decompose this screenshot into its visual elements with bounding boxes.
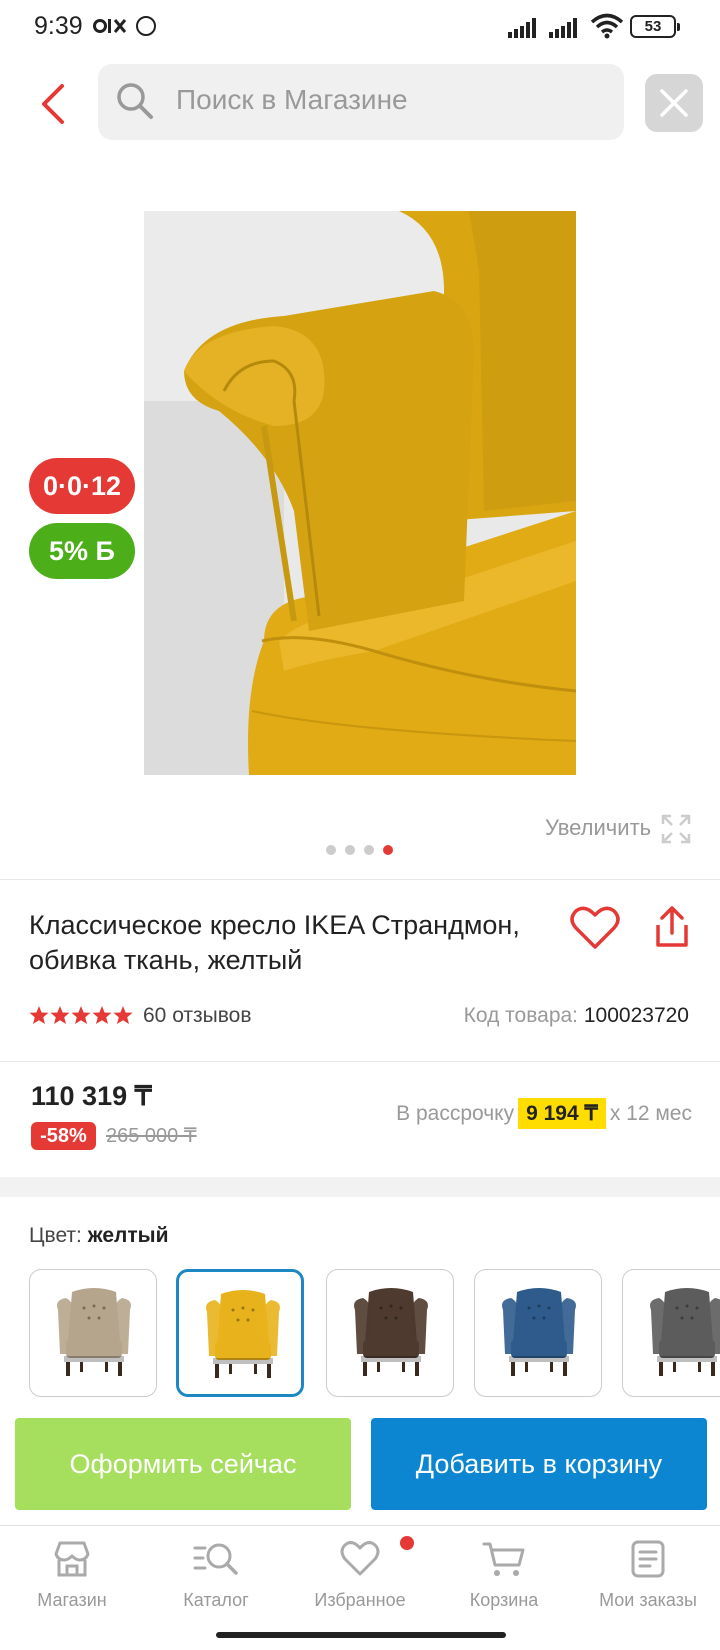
armchair-thumbnail [354, 1288, 428, 1376]
bonus-badge: 5% Б [29, 523, 135, 579]
status-time: 9:39 [34, 12, 83, 40]
tab-label: Магазин [37, 1590, 107, 1610]
installment-info[interactable]: В рассрочку 9 194 ₸ x 12 мес [396, 1098, 692, 1129]
price: 110 319 ₸ [31, 1081, 152, 1111]
tab-catalog[interactable]: Каталог [144, 1540, 288, 1611]
section-separator [0, 1177, 720, 1197]
share-icon[interactable] [652, 905, 692, 949]
discount-badge: -58% [31, 1122, 96, 1150]
sku-value: 100023720 [583, 1004, 689, 1027]
signal-icon [549, 18, 577, 38]
add-to-cart-button[interactable]: Добавить в корзину [371, 1418, 707, 1510]
search-placeholder: Поиск в Магазине [176, 84, 408, 115]
tab-label: Корзина [469, 1590, 539, 1610]
armchair-thumbnail [57, 1288, 131, 1376]
wifi-icon [590, 13, 624, 39]
back-button[interactable] [34, 80, 74, 128]
pagination-dot[interactable] [364, 845, 374, 855]
color-label: Цвет: желтый [29, 1224, 169, 1248]
orders-icon [631, 1540, 665, 1578]
armchair-photo [144, 211, 576, 775]
armchair-thumbnail [206, 1290, 280, 1378]
color-swatch-brown[interactable] [326, 1269, 454, 1397]
sync-icon [136, 16, 156, 36]
catalog-icon [193, 1543, 238, 1575]
olx-app-icon [93, 15, 131, 43]
signal-icon [508, 18, 536, 38]
status-bar: 9:39 53 [0, 0, 720, 54]
gallery-pagination [326, 842, 402, 860]
installment-badge: 0·0·12 [29, 458, 135, 514]
heart-icon [340, 1541, 380, 1576]
order-now-button[interactable]: Оформить сейчас [15, 1418, 351, 1510]
installment-amount: 9 194 ₸ [518, 1098, 606, 1129]
close-button[interactable] [645, 74, 703, 132]
cart-icon [482, 1542, 525, 1576]
store-icon [54, 1541, 90, 1577]
expand-icon[interactable] [660, 813, 692, 845]
pagination-dot[interactable] [345, 845, 355, 855]
product-image[interactable] [144, 211, 576, 775]
installment-prefix: В рассрочку [396, 1102, 515, 1125]
search-icon [117, 83, 153, 119]
color-swatch-blue[interactable] [474, 1269, 602, 1397]
color-swatch-gray[interactable] [622, 1269, 720, 1397]
battery-icon: 53 [630, 15, 680, 38]
sku-label: Код товара: [463, 1004, 579, 1027]
notification-dot [400, 1536, 414, 1550]
pagination-dot[interactable] [326, 845, 336, 855]
search-input[interactable]: Поиск в Магазине [98, 64, 624, 140]
chevron-left-icon [42, 84, 64, 124]
tab-label: Мои заказы [599, 1590, 697, 1610]
reviews-link[interactable]: 60 отзывов [143, 1004, 252, 1028]
tab-store[interactable]: Магазин [0, 1540, 144, 1611]
tab-orders[interactable]: Мои заказы [576, 1540, 720, 1611]
sku: Код товара: 100023720 [464, 1004, 689, 1028]
tab-label: Каталог [183, 1590, 249, 1610]
armchair-thumbnail [502, 1288, 576, 1376]
color-label-text: Цвет: [29, 1224, 82, 1247]
tab-favorites[interactable]: Избранное [288, 1540, 432, 1611]
armchair-thumbnail [650, 1288, 720, 1376]
divider [0, 879, 720, 880]
home-indicator [216, 1632, 506, 1638]
color-swatch-beige[interactable] [29, 1269, 157, 1397]
tab-cart[interactable]: Корзина [432, 1540, 576, 1611]
color-swatch-yellow[interactable] [176, 1269, 304, 1397]
divider [0, 1061, 720, 1062]
zoom-link[interactable]: Увеличить [545, 815, 651, 841]
tab-label: Избранное [314, 1590, 406, 1610]
pagination-dot-active[interactable] [383, 845, 393, 855]
rating-stars [29, 1005, 135, 1032]
installment-suffix: x 12 мес [609, 1102, 692, 1125]
heart-icon[interactable] [570, 905, 620, 951]
color-selected-value: желтый [87, 1224, 169, 1247]
product-title: Классическое кресло IKEA Страндмон, обив… [29, 910, 520, 975]
old-price: 265 000 ₸ [106, 1125, 197, 1147]
close-icon [660, 89, 688, 117]
